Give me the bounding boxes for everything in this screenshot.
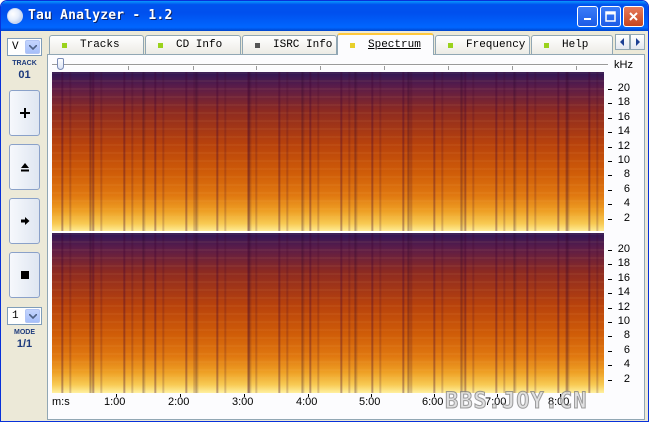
chevron-left-icon [620,38,624,46]
frequency-label: 2 [623,372,630,385]
position-slider-thumb[interactable] [57,58,64,70]
frequency-label: 12 [617,300,630,313]
spectrogram-right-channel [52,233,604,393]
add-button[interactable] [9,90,40,136]
frequency-label: 8 [623,329,630,342]
frequency-label: 16 [617,271,630,284]
track-label: TRACK [12,60,37,67]
spectrum-panel: kHz 20 18 16 14 12 10 8 6 4 2 20 18 16 14 12 10 8 6 4 2 m:… [47,54,645,420]
tab-scroll-right-button[interactable] [630,34,645,50]
tab-indicator-icon [350,42,355,48]
time-label: 4:00 [296,396,318,408]
frequency-label: 4 [623,197,630,210]
slider-tick [320,66,321,70]
frequency-label: 14 [617,286,630,299]
tab-indicator-icon [62,42,67,48]
tab-strip: Tracks CD Info ISRC Info Spectrum Freque… [47,32,645,55]
maximize-button[interactable] [600,6,621,27]
tab-label: Tracks [80,39,120,51]
plus-icon [19,108,30,118]
slider-tick [256,66,257,70]
time-label: 5:00 [359,396,381,408]
tab-frequency[interactable]: Frequency [435,35,530,54]
stop-icon [20,271,29,279]
slider-tick [193,66,194,70]
track-number: 01 [18,69,31,81]
frequency-label: 8 [623,168,630,181]
chevron-right-icon [636,38,640,46]
tab-scroll-left-button[interactable] [615,34,630,50]
tab-spectrum[interactable]: Spectrum [337,33,434,55]
mode-value: 1/1 [16,338,33,350]
tab-label: ISRC Info [273,39,333,51]
frequency-axis-bottom: 20 18 16 14 12 10 8 6 4 2 [608,233,644,393]
client-area: V TRACK 01 1 MODE 1/1 Tracks CD Info ISR… [4,32,645,420]
position-slider-track[interactable] [52,64,608,66]
frequency-label: 4 [623,358,630,371]
time-label: 2:00 [168,396,190,408]
time-label: 1:00 [104,396,126,408]
frequency-label: 18 [617,257,630,270]
tab-indicator-icon [544,42,549,48]
control-column: V TRACK 01 1 MODE 1/1 [4,32,45,420]
frequency-label: 6 [623,343,630,356]
frequency-label: 10 [617,315,630,327]
tab-label: CD Info [176,39,223,51]
tab-tracks[interactable]: Tracks [49,35,144,54]
frequency-label: 2 [623,211,630,224]
view-select-value: V [12,41,19,53]
frequency-label: 16 [617,110,630,123]
time-label: 6:00 [422,396,444,408]
frequency-label: 12 [617,139,630,152]
title-bar[interactable]: Tau Analyzer - 1.2 [1,1,648,31]
frequency-label: 6 [623,182,630,195]
watermark: BBS.JOY.CN [444,389,588,415]
tab-label: Frequency [466,39,526,51]
tab-indicator-icon [255,42,260,48]
play-button[interactable] [9,198,40,244]
slider-tick [128,66,129,70]
mode-label: MODE [14,329,35,336]
eject-button[interactable] [9,144,40,190]
play-icon [20,217,29,225]
frequency-label: 20 [617,82,630,94]
view-select[interactable]: V [7,38,42,56]
frequency-label: 10 [617,154,630,166]
tab-cd-info[interactable]: CD Info [145,35,241,54]
frequency-label: 18 [617,96,630,109]
tab-label: Help [562,39,589,51]
slider-tick [384,66,385,70]
tab-isrc-info[interactable]: ISRC Info [242,35,337,54]
maximize-icon [605,11,616,22]
window-title: Tau Analyzer - 1.2 [28,8,173,23]
tab-indicator-icon [448,42,453,48]
tab-label: Spectrum [368,39,421,51]
close-icon [629,12,638,21]
time-label: 3:00 [232,396,254,408]
app-window: Tau Analyzer - 1.2 V TRACK 01 1 MODE 1/1… [0,0,649,422]
frequency-axis-top: 20 18 16 14 12 10 8 6 4 2 [608,72,644,232]
frequency-label: 20 [617,243,630,255]
slider-tick [448,66,449,70]
spectrogram-left-channel [52,72,604,232]
frequency-unit-label: kHz [614,59,633,71]
time-unit-label: m:s [52,396,70,408]
tab-indicator-icon [158,42,163,48]
frequency-label: 14 [617,125,630,138]
close-button[interactable] [623,6,644,27]
eject-icon [20,163,29,172]
slider-tick [512,66,513,70]
mode-select-value: 1 [12,310,19,322]
app-icon [7,8,23,24]
chevron-down-icon [25,40,40,54]
tab-help[interactable]: Help [531,35,613,54]
minimize-button[interactable] [577,6,598,27]
chevron-down-icon [25,309,40,323]
slider-tick [576,66,577,70]
mode-select[interactable]: 1 [7,307,42,325]
minimize-icon [584,18,591,20]
tab-scroll-buttons [615,34,645,50]
stop-button[interactable] [9,252,40,298]
